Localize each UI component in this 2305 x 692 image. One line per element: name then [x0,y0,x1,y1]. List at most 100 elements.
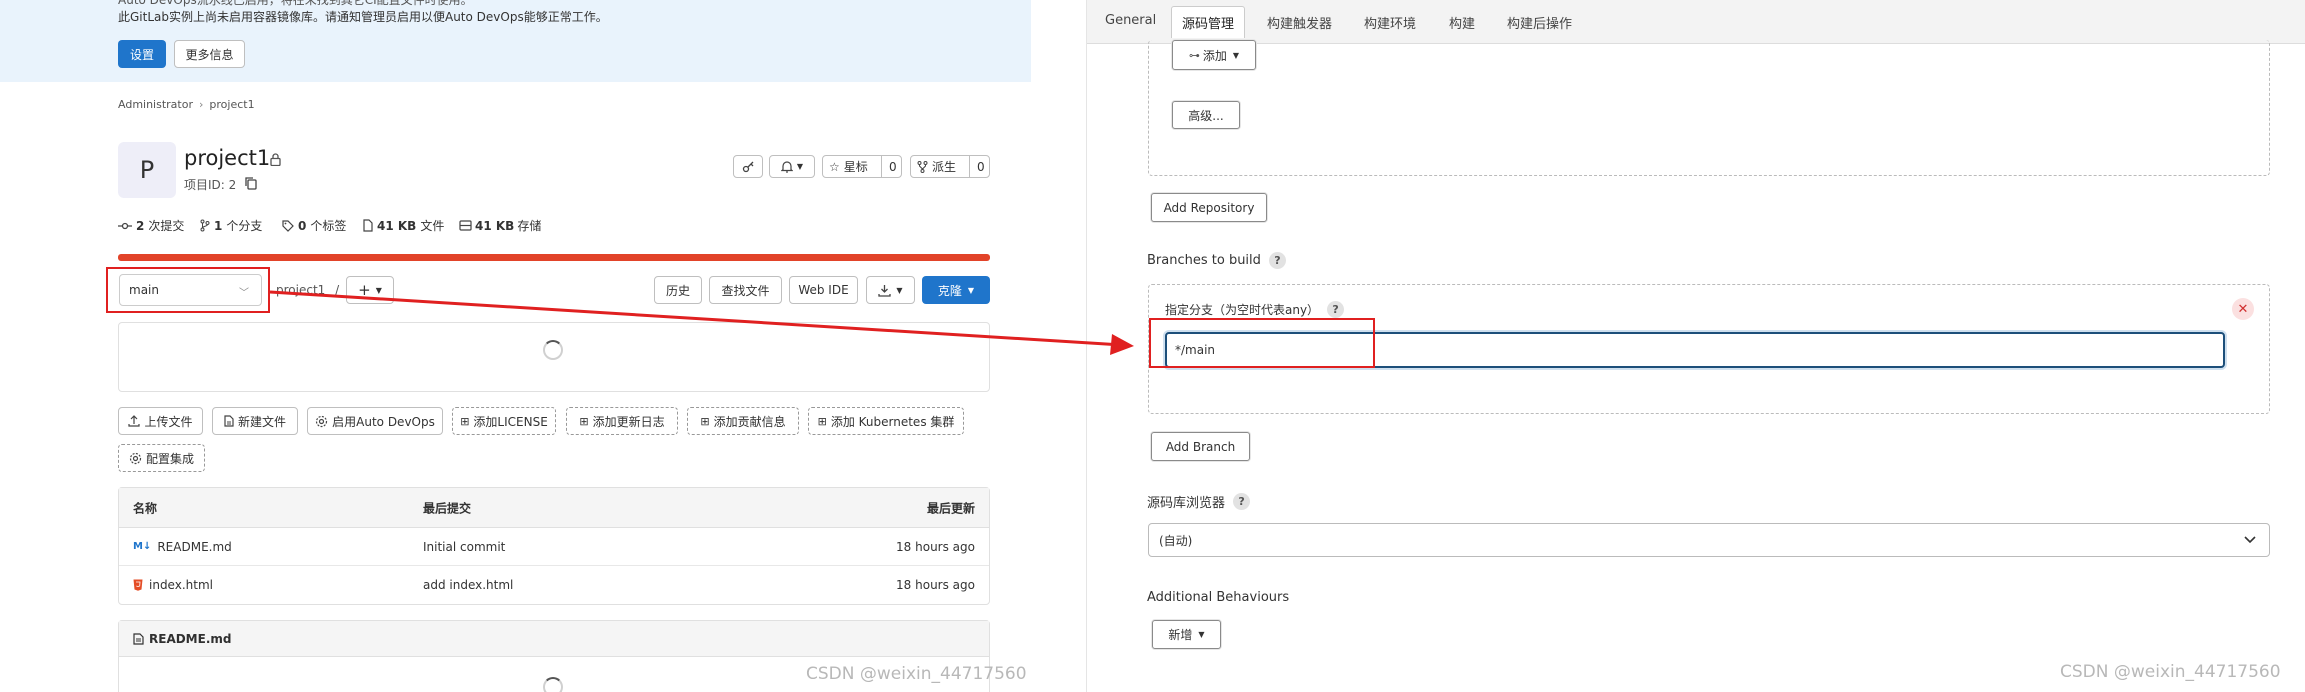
add-credentials-button[interactable]: ⊶ 添加 ▼ [1172,40,1256,70]
add-credentials-label: 添加 [1202,48,1227,63]
copy-icon[interactable] [245,177,257,190]
gear-icon [129,452,142,464]
enable-auto-devops-button[interactable]: 启用Auto DevOps [307,407,443,435]
tab-build-environment[interactable]: 构建环境 [1364,13,1416,32]
settings-key-button[interactable] [733,155,763,178]
help-icon[interactable]: ? [1233,493,1251,510]
fork-button[interactable]: 派生 0 [910,155,990,178]
readme-header: README.md [119,621,989,657]
column-header-name: 名称 [133,501,158,515]
notification-button[interactable]: ▼ [769,155,815,178]
chevron-right-icon: › [199,98,204,111]
wrench-icon [742,161,753,173]
commit-icon [118,222,132,229]
stat-files[interactable]: 41 KB 文件 [363,217,444,234]
table-row[interactable]: index.html add index.html 18 hours ago [119,566,989,604]
add-repository-button[interactable]: Add Repository [1151,193,1267,222]
add-to-tree-button[interactable]: + ▼ [346,276,394,304]
settings-button[interactable]: 设置 [118,40,166,68]
file-last-commit[interactable]: add index.html [423,578,513,592]
close-icon[interactable]: ✕ [2232,298,2254,320]
tab-general[interactable]: General [1105,13,1156,28]
markdown-icon: M↓ [133,541,152,552]
file-updated: 18 hours ago [896,539,975,554]
help-icon[interactable]: ? [1327,301,1345,318]
star-label: 星标 [843,160,868,174]
auto-devops-banner: Auto DevOps流水线已启用，将在未找到其它CI配置文件时使用。 此Git… [0,0,1031,82]
new-file-button[interactable]: 新建文件 [212,407,298,435]
find-file-button[interactable]: 查找文件 [709,276,782,304]
chevron-down-icon [2244,536,2256,544]
table-row[interactable]: M↓ README.md Initial commit 18 hours ago [119,528,989,566]
column-header-last-update: 最后更新 [926,501,975,515]
help-icon[interactable]: ? [1268,252,1286,269]
file-table-header: 名称 最后提交 最后更新 [119,488,989,528]
plus-square-icon: ⊞ [817,414,827,428]
advanced-button[interactable]: 高级... [1172,101,1240,129]
config-tabs: General 源码管理 构建触发器 构建环境 构建 构建后操作 [1087,0,2305,44]
chevron-down-icon: ▼ [375,285,382,295]
web-ide-button[interactable]: Web IDE [789,276,858,304]
repository-config-block [1148,40,2270,176]
add-behaviour-button[interactable]: 新增 ▼ [1152,620,1221,649]
watermark: CSDN @weixin_44717560 [2060,662,2281,682]
file-last-commit[interactable]: Initial commit [423,540,505,554]
more-info-button[interactable]: 更多信息 [174,40,245,68]
additional-behaviours-label: Additional Behaviours [1147,590,1290,605]
chevron-down-icon: ▼ [796,162,804,171]
stat-commits[interactable]: 2 次提交 [118,217,184,234]
add-branch-button[interactable]: Add Branch [1151,432,1250,461]
stat-tags-label: 个标签 [310,219,347,233]
plus-square-icon: ⊞ [579,414,589,428]
history-button[interactable]: 历史 [654,276,702,304]
download-button[interactable]: ▼ [866,276,915,304]
file-name[interactable]: index.html [149,578,213,592]
add-kubernetes-cluster-button[interactable]: ⊞ 添加 Kubernetes 集群 [808,407,964,435]
file-name[interactable]: README.md [157,540,231,554]
tag-icon [282,219,294,232]
repo-path-project[interactable]: project1 [276,283,325,297]
star-icon: ☆ [829,159,840,174]
repo-browser-select[interactable]: (自动) [1148,523,2270,557]
repo-browser-label: 源码库浏览器 ? [1147,492,1251,511]
clone-label: 克隆 [937,283,962,298]
gitlab-panel: Auto DevOps流水线已启用，将在未找到其它CI配置文件时使用。 此Git… [0,0,1031,692]
plus-square-icon: ⊞ [460,414,470,428]
tab-source-code-management[interactable]: 源码管理 [1171,6,1246,38]
stat-tags[interactable]: 0 个标签 [282,217,346,234]
star-button[interactable]: ☆ 星标 0 [822,155,902,178]
breadcrumb-item-admin[interactable]: Administrator [118,98,193,111]
stat-commits-label: 次提交 [148,219,185,233]
stat-storage-value: 41 KB [475,218,515,233]
enable-auto-devops-label: 启用Auto DevOps [332,414,435,429]
configure-integration-label: 配置集成 [145,451,194,466]
stat-branches[interactable]: 1 个分支 [200,217,262,234]
stat-storage[interactable]: 41 KB 存储 [459,217,541,234]
stat-branches-label: 个分支 [226,219,263,233]
tab-build-triggers[interactable]: 构建触发器 [1267,13,1332,32]
add-license-button[interactable]: ⊞ 添加LICENSE [452,407,556,435]
plus-icon: + [358,281,371,299]
html-icon [133,579,143,591]
configure-integration-button[interactable]: 配置集成 [118,444,205,472]
new-file-label: 新建文件 [237,414,286,429]
breadcrumb-item-project[interactable]: project1 [209,98,254,111]
divider [881,156,882,177]
add-kubernetes-cluster-label: 添加 Kubernetes 集群 [830,414,955,429]
clone-button[interactable]: 克隆 ▼ [922,276,990,304]
add-contributing-button[interactable]: ⊞ 添加贡献信息 [687,407,799,435]
column-header-last-commit: 最后提交 [423,501,472,515]
add-license-label: 添加LICENSE [473,414,548,429]
tab-build[interactable]: 构建 [1449,13,1475,32]
upload-file-button[interactable]: 上传文件 [118,407,203,435]
add-changelog-button[interactable]: ⊞ 添加更新日志 [566,407,678,435]
language-bar [118,254,990,261]
project-avatar[interactable]: P [118,142,176,198]
repo-browser-value: (自动) [1159,533,1193,548]
tab-post-build-actions[interactable]: 构建后操作 [1507,13,1572,32]
readme-title: README.md [149,631,232,646]
banner-text-cut: Auto DevOps流水线已启用，将在未找到其它CI配置文件时使用。 [118,0,473,7]
stat-tags-value: 0 [298,218,307,233]
chevron-down-icon: ▼ [896,285,903,295]
loading-spinner-icon [543,677,563,692]
